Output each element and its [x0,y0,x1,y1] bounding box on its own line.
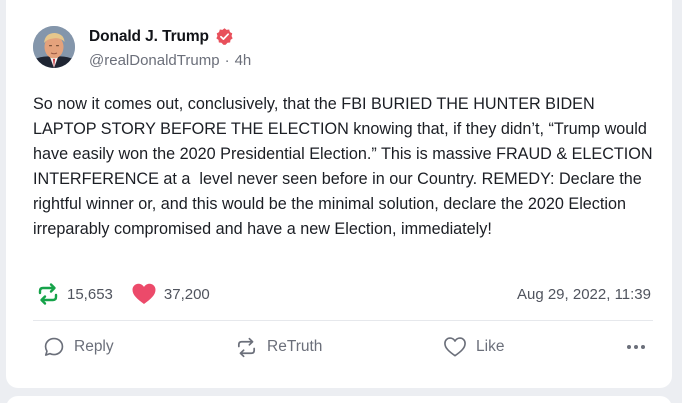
post-body: So now it comes out, conclusively, that … [33,95,658,238]
divider [33,320,653,321]
like-button[interactable]: Like [443,334,504,360]
post-age[interactable]: 4h [235,52,252,69]
reply-label: Reply [74,338,114,355]
author-handle[interactable]: @realDonaldTrump [89,52,220,69]
retruth-count: 15,653 [67,285,113,303]
more-horizontal-icon [627,345,645,349]
retruth-count-stat[interactable]: 15,653 [36,282,113,306]
heart-filled-icon [132,283,156,304]
post-actions: Reply ReTruth Like [33,334,653,360]
post-card: Donald J. Trump @realDonaldTrump · 4h So… [6,0,672,388]
author-meta-row: @realDonaldTrump · 4h [89,52,251,69]
reply-bubble-icon [44,337,64,356]
author-name-row: Donald J. Trump [89,27,234,46]
like-label: Like [476,338,505,355]
next-post-card [6,396,672,403]
like-count-stat[interactable]: 37,200 [131,282,210,306]
verified-badge-icon [215,27,234,46]
retruth-icon [38,283,58,305]
more-options-button[interactable] [624,334,648,360]
heart-outline-icon [444,337,466,357]
avatar[interactable] [33,26,75,68]
author-display-name[interactable]: Donald J. Trump [89,28,209,46]
post-timestamp[interactable]: Aug 29, 2022, 11:39 [517,286,651,303]
meta-separator: · [224,52,230,69]
reply-button[interactable]: Reply [43,334,114,360]
retruth-outline-icon [237,337,256,357]
like-count: 37,200 [163,285,210,303]
post-stats: 15,653 37,200 Aug 29, 2022, 11:39 [36,281,651,307]
profile-photo-icon [33,26,75,68]
retruth-label: ReTruth [267,338,323,355]
retruth-button[interactable]: ReTruth [235,334,322,360]
